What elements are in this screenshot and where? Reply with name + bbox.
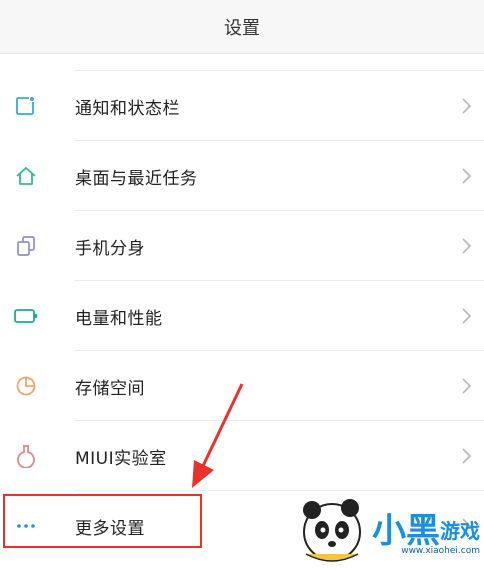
title-bar: 设置 [0, 0, 484, 54]
settings-item-label: 电量和性能 [75, 308, 163, 329]
dual-apps-icon [13, 233, 39, 259]
settings-item-label: 通知和状态栏 [75, 98, 180, 119]
battery-icon [13, 303, 39, 329]
chevron-right-icon [460, 97, 472, 115]
home-icon [13, 163, 39, 189]
highlight-box [3, 494, 202, 548]
settings-item-battery[interactable]: 电量和性能 [0, 281, 484, 351]
flask-icon [13, 443, 39, 469]
settings-item-dual-apps[interactable]: 手机分身 [0, 211, 484, 281]
svg-text:小黑: 小黑 [372, 511, 440, 551]
watermark-url: www.xiaohei.com [401, 546, 480, 556]
chevron-right-icon [460, 307, 472, 325]
notification-icon [13, 93, 39, 119]
page-title: 设置 [224, 17, 260, 39]
settings-item-notifications[interactable]: 通知和状态栏 [0, 71, 484, 141]
settings-item-label: 存储空间 [75, 378, 145, 399]
svg-text:游戏: 游戏 [440, 519, 480, 543]
annotation-arrow-icon [192, 383, 244, 488]
chevron-right-icon [460, 237, 472, 255]
chevron-right-icon [460, 167, 472, 185]
settings-item-label: 桌面与最近任务 [75, 168, 198, 189]
chevron-right-icon [460, 377, 472, 395]
settings-item-label: 手机分身 [75, 238, 145, 259]
section-gap [0, 54, 484, 70]
watermark-logo: 小黑 游戏 www.xiaohei.com [292, 490, 484, 566]
settings-item-home-screen[interactable]: 桌面与最近任务 [0, 141, 484, 211]
settings-item-label: MIUI实验室 [75, 448, 167, 469]
chevron-right-icon [460, 447, 472, 465]
storage-icon [13, 373, 39, 399]
